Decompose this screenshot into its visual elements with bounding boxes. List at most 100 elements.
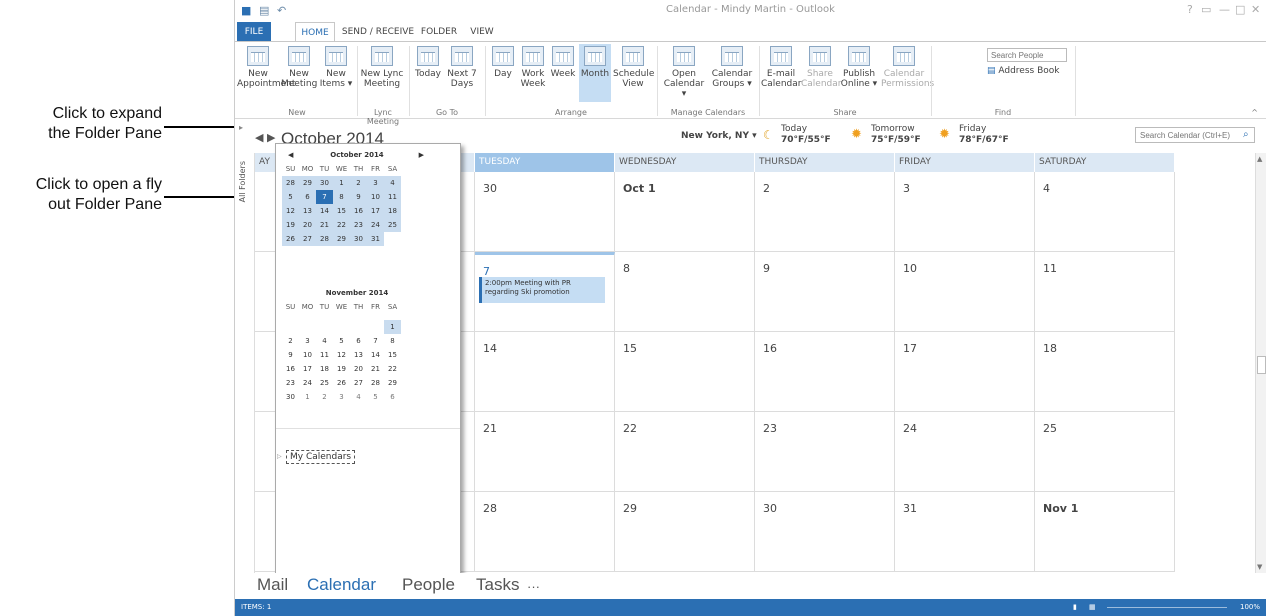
mini-day[interactable]: 7 [367,334,384,348]
mini-day[interactable]: 17 [367,204,384,218]
mini-day[interactable]: 16 [350,204,367,218]
mini-day[interactable]: 10 [367,190,384,204]
publish-online-button[interactable]: Publish Online ▾ [839,44,879,89]
mini-day[interactable]: 18 [316,362,333,376]
all-folders-label[interactable]: All Folders [238,161,247,202]
new-items-button[interactable]: New Items ▾ [319,44,353,89]
tab-home[interactable]: HOME [295,22,335,42]
mini-day[interactable]: 13 [299,204,316,218]
mini-day[interactable]: 31 [367,232,384,246]
expand-folder-pane-icon[interactable]: ▸ [239,123,243,132]
day-cell[interactable]: 23 [755,412,895,492]
email-calendar-button[interactable]: E-mail Calendar [761,44,801,89]
tab-folder[interactable]: FOLDER [417,22,461,42]
mini-day[interactable]: 4 [384,176,401,190]
schedule-view-button[interactable]: Schedule View [613,44,654,89]
mini-day[interactable]: 13 [350,348,367,362]
mini-day[interactable]: 3 [367,176,384,190]
day-cell[interactable]: 8 [615,252,755,332]
day-cell[interactable]: 10 [895,252,1035,332]
mini-day[interactable]: 21 [316,218,333,232]
day-cell[interactable]: 2 [755,172,895,252]
new-appointment-button[interactable]: New Appointment [237,44,295,89]
calendar-permissions-button[interactable]: Calendar Permissions [881,44,934,89]
zoom-slider[interactable] [1107,607,1227,608]
mini-next-icon[interactable]: ▶ [419,148,424,162]
mini-day[interactable]: 5 [333,334,350,348]
day-cell[interactable]: 11 [1035,252,1175,332]
mini-day[interactable]: 1 [333,176,350,190]
mini-day[interactable]: 2 [350,176,367,190]
mini-day[interactable]: 15 [333,204,350,218]
nav-people[interactable]: People [402,575,455,595]
address-book-button[interactable]: ▤ Address Book [987,66,1059,76]
scroll-thumb[interactable] [1257,356,1266,374]
month-button[interactable]: Month [579,44,611,102]
mini-day[interactable]: 20 [350,362,367,376]
day-cell[interactable]: 18 [1035,332,1175,412]
normal-view-icon[interactable]: ▮ [1073,599,1077,616]
mini-day[interactable]: 29 [333,232,350,246]
mini-day[interactable]: 22 [333,218,350,232]
mini-day[interactable]: 2 [316,390,333,404]
mini-day[interactable]: 30 [350,232,367,246]
nav-mail[interactable]: Mail [257,575,288,595]
scroll-down-icon[interactable]: ▼ [1257,563,1262,571]
day-cell[interactable]: 25 [1035,412,1175,492]
new-meeting-button[interactable]: New Meeting [281,44,317,89]
mini-day[interactable]: 4 [316,334,333,348]
close-icon[interactable]: ✕ [1251,3,1260,16]
mini-day[interactable]: 24 [299,376,316,390]
mini-day[interactable]: 23 [350,218,367,232]
reading-view-icon[interactable]: ▦ [1089,599,1096,616]
search-calendar-input[interactable] [1135,127,1255,143]
mini-day[interactable]: 19 [333,362,350,376]
share-calendar-button[interactable]: Share Calendar [801,44,841,89]
calendar-scrollbar[interactable]: ▲ ▼ [1255,153,1266,573]
mini-day[interactable]: 3 [333,390,350,404]
mini-day[interactable]: 9 [282,348,299,362]
today-button[interactable]: Today [413,44,443,79]
mini-day[interactable]: 29 [384,376,401,390]
day-cell[interactable]: 7 2:00pm Meeting with PR regarding Ski pr… [475,252,615,332]
mini-day[interactable]: 8 [384,334,401,348]
day-cell[interactable]: 28 [475,492,615,572]
mini-day[interactable]: 14 [367,348,384,362]
next-7-days-button[interactable]: Next 7 Days [445,44,479,89]
nav-tasks[interactable]: Tasks [476,575,519,595]
open-calendar-button[interactable]: Open Calendar ▾ [661,44,707,99]
day-cell[interactable]: 30 [475,172,615,252]
mini-day[interactable]: 6 [384,390,401,404]
day-cell[interactable]: 24 [895,412,1035,492]
mini-day[interactable]: 12 [282,204,299,218]
mini-day[interactable]: 15 [384,348,401,362]
calendar-event[interactable]: 2:00pm Meeting with PR regarding Ski pro… [479,277,605,303]
day-cell[interactable]: 29 [615,492,755,572]
mini-day[interactable]: 25 [316,376,333,390]
day-cell[interactable]: 3 [895,172,1035,252]
help-icon[interactable]: ? [1187,3,1193,16]
mini-day[interactable]: 14 [316,204,333,218]
day-cell[interactable]: 21 [475,412,615,492]
tab-send-receive[interactable]: SEND / RECEIVE [341,22,415,42]
scroll-up-icon[interactable]: ▲ [1257,155,1262,163]
mini-day[interactable]: 21 [367,362,384,376]
mini-day[interactable]: 6 [350,334,367,348]
tab-view[interactable]: VIEW [465,22,499,42]
mini-day[interactable]: 18 [384,204,401,218]
mini-day[interactable]: 1 [384,320,401,334]
ribbon-display-icon[interactable]: ▭ [1201,3,1211,16]
mini-day[interactable]: 30 [282,390,299,404]
mini-day[interactable]: 28 [282,176,299,190]
minimize-icon[interactable]: — [1219,3,1230,16]
mini-day[interactable]: 30 [316,176,333,190]
mini-day[interactable]: 22 [384,362,401,376]
collapse-ribbon-icon[interactable]: ^ [1251,108,1258,117]
mini-day[interactable]: 3 [299,334,316,348]
mini-day[interactable]: 11 [384,190,401,204]
folder-pane-minimized[interactable]: ▸ All Folders [235,123,255,573]
mini-day[interactable]: 28 [316,232,333,246]
mini-day[interactable]: 8 [333,190,350,204]
day-button[interactable]: Day [489,44,517,79]
mini-prev-icon[interactable]: ◀ [288,148,293,162]
